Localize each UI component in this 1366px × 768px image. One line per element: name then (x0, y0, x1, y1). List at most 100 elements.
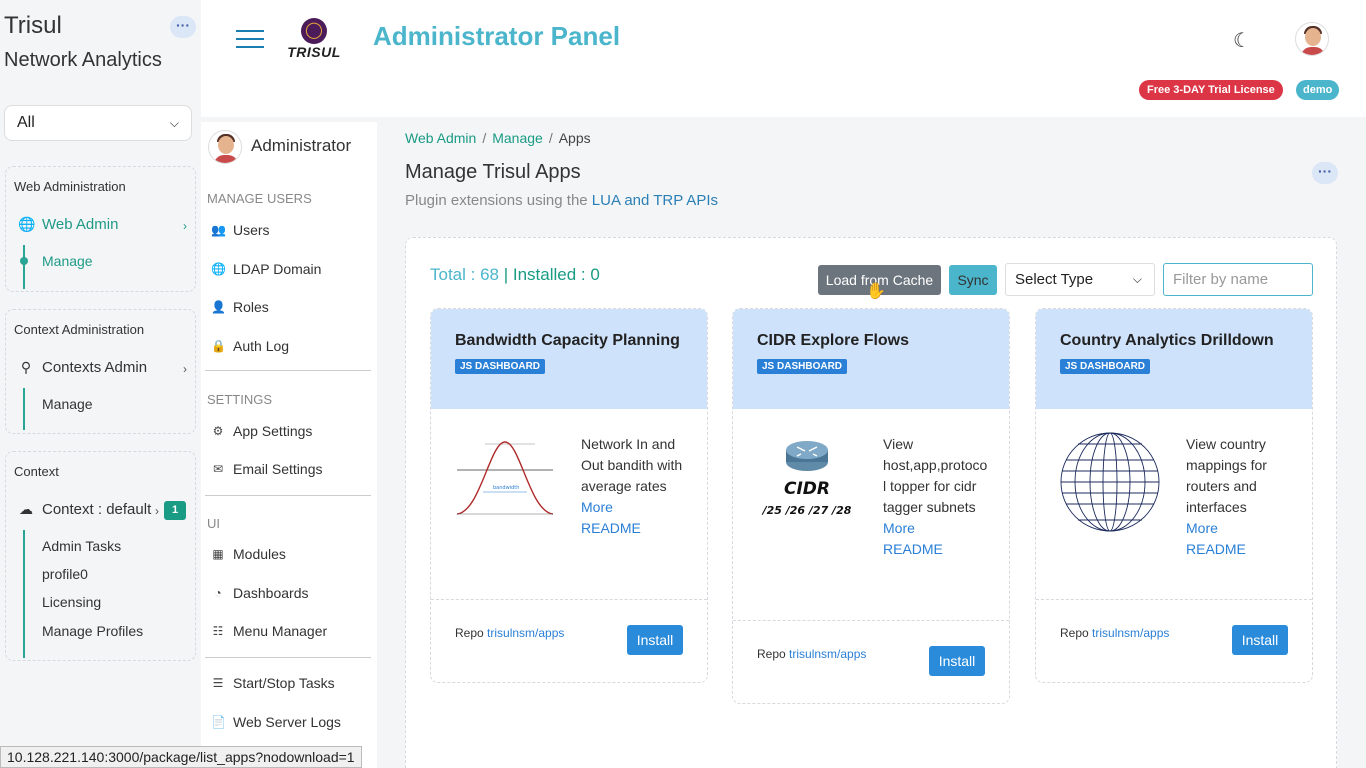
select-type-dropdown[interactable]: Select Type ⌵ (1005, 263, 1155, 296)
repo-link[interactable]: trisulnsm/apps (487, 626, 564, 640)
svg-text:/25 /26 /27 /28: /25 /26 /27 /28 (761, 504, 852, 517)
logo-mark-icon: ◯ (301, 18, 327, 44)
menu-roles[interactable]: 👤 Roles (211, 299, 269, 315)
context-filter-select[interactable]: All ⌵ (4, 105, 192, 141)
more-link[interactable]: More (1186, 518, 1291, 539)
nav-contexts-manage[interactable]: Manage (42, 396, 93, 412)
users-icon: 👥 (211, 223, 226, 237)
description-text: Network In and Out bandith with average … (581, 436, 683, 494)
logo-text: TRISUL (287, 44, 341, 60)
nav-tree-line (23, 245, 25, 289)
trisul-logo[interactable]: ◯ TRISUL (282, 18, 346, 62)
user-badge[interactable]: demo (1296, 80, 1340, 100)
brand-subtitle: Network Analytics (4, 49, 162, 71)
app-description: View host,app,protocol topper for cidr t… (883, 434, 988, 560)
globe-icon: 🌐 (211, 262, 226, 276)
more-link[interactable]: More (883, 518, 988, 539)
breadcrumb: Web Admin / Manage / Apps (405, 130, 591, 146)
context-count-badge: 1 (164, 501, 186, 520)
apps-panel: Total : 68 | Installed : 0 Load from Cac… (405, 237, 1337, 768)
app-totals: Total : 68 | Installed : 0 (430, 265, 600, 285)
menu-label: Users (233, 222, 270, 238)
more-link[interactable]: More (581, 497, 686, 518)
admin-avatar (208, 130, 242, 164)
breadcrumb-manage[interactable]: Manage (492, 130, 543, 146)
manage-users-heading: MANAGE USERS (207, 191, 312, 206)
menu-label: Email Settings (233, 461, 323, 477)
app-type-tag: JS DASHBOARD (1060, 359, 1151, 374)
breadcrumb-web-admin[interactable]: Web Admin (405, 130, 476, 146)
card-footer: Repo trisulnsm/apps Install (1036, 600, 1312, 682)
cloud-icon: ☁ (19, 501, 33, 517)
card-body: CIDR /25 /26 /27 /28 View host,app,proto… (733, 409, 1009, 621)
dark-mode-toggle-icon[interactable]: ☾ (1233, 28, 1251, 53)
globe-icon: 🌐 (18, 216, 36, 232)
active-dot (20, 257, 28, 265)
admin-name: Administrator (251, 136, 352, 155)
repo-info: Repo trisulnsm/apps (455, 626, 564, 640)
repo-link[interactable]: trisulnsm/apps (789, 647, 866, 661)
sync-button[interactable]: Sync (949, 265, 997, 295)
chevron-right-icon: › (183, 362, 187, 376)
menu-label: Web Server Logs (233, 714, 341, 730)
context-admin-group: Context Administration ⚲ Contexts Admin … (5, 309, 196, 434)
main-content: Web Admin / Manage / Apps Manage Trisul Apps… (377, 117, 1366, 768)
repo-label: Repo (1060, 626, 1089, 640)
nav-label: Context : default (42, 501, 152, 518)
trial-license-badge[interactable]: Free 3-DAY Trial License (1139, 80, 1283, 100)
repo-label: Repo (757, 647, 786, 661)
install-button[interactable]: Install (627, 625, 683, 655)
app-title: Country Analytics Drilldown (1060, 332, 1274, 349)
chevron-down-icon: ⌵ (169, 116, 179, 130)
breadcrumb-apps: Apps (558, 130, 591, 146)
menu-start-stop-tasks[interactable]: ☰ Start/Stop Tasks (211, 675, 335, 691)
group-title: Web Administration (14, 179, 126, 194)
repo-info: Repo trisulnsm/apps (757, 647, 866, 661)
context-filter-value: All (17, 114, 35, 131)
nav-web-admin-manage[interactable]: Manage (42, 253, 93, 269)
divider (205, 495, 371, 496)
menu-label: Dashboards (233, 585, 309, 601)
readme-link[interactable]: README (883, 539, 988, 560)
nav-manage-profiles[interactable]: Manage Profiles (42, 623, 143, 639)
app-type-tag: JS DASHBOARD (455, 359, 546, 374)
globe-image (1060, 432, 1160, 532)
page-subtitle: Plugin extensions using the LUA and TRP … (405, 192, 718, 209)
chevron-down-icon: ⌵ (1132, 272, 1142, 286)
filter-by-name-input[interactable] (1163, 263, 1313, 296)
page-options-button[interactable]: ··· (1312, 162, 1338, 184)
sidebar-menu-button[interactable]: ··· (170, 16, 196, 38)
nav-contexts-admin[interactable]: ⚲ Contexts Admin (18, 359, 147, 376)
hamburger-menu-icon[interactable] (236, 30, 264, 50)
chevron-right-icon: › (155, 504, 159, 518)
readme-link[interactable]: README (581, 518, 686, 539)
install-button[interactable]: Install (1232, 625, 1288, 655)
app-type-tag: JS DASHBOARD (757, 359, 848, 374)
svg-text:CIDR: CIDR (784, 479, 830, 499)
menu-app-settings[interactable]: ⚙ App Settings (211, 423, 313, 439)
nav-admin-tasks[interactable]: Admin Tasks (42, 538, 121, 554)
menu-menu-manager[interactable]: ☷ Menu Manager (211, 623, 328, 639)
install-button[interactable]: Install (929, 646, 985, 676)
app-card: Country Analytics Drilldown JS DASHBOARD (1035, 308, 1313, 683)
menu-modules[interactable]: ▦ Modules (211, 546, 286, 562)
app-card: CIDR Explore Flows JS DASHBOARD CIDR /25… (732, 308, 1010, 704)
api-docs-link[interactable]: LUA and TRP APIs (592, 192, 718, 209)
nav-label: Web Admin (42, 216, 119, 233)
nav-profile0[interactable]: profile0 (42, 566, 88, 582)
app-description: View country mappings for routers and in… (1186, 434, 1291, 560)
readme-link[interactable]: README (1186, 539, 1291, 560)
file-icon: 📄 (211, 715, 226, 729)
nav-licensing[interactable]: Licensing (42, 594, 101, 610)
menu-users[interactable]: 👥 Users (211, 222, 270, 238)
menu-dashboards[interactable]: ◔ Dashboards (211, 585, 309, 601)
menu-ldap-domain[interactable]: 🌐 LDAP Domain (211, 261, 321, 277)
menu-email-settings[interactable]: ✉ Email Settings (211, 461, 323, 477)
menu-web-server-logs[interactable]: 📄 Web Server Logs (211, 714, 341, 730)
repo-link[interactable]: trisulnsm/apps (1092, 626, 1169, 640)
app-title: Bandwidth Capacity Planning (455, 332, 680, 349)
user-avatar[interactable] (1295, 22, 1329, 56)
menu-auth-log[interactable]: 🔒 Auth Log (211, 338, 289, 354)
nav-context-default[interactable]: ☁ Context : default (18, 501, 151, 518)
nav-web-admin[interactable]: 🌐 Web Admin (18, 216, 118, 233)
